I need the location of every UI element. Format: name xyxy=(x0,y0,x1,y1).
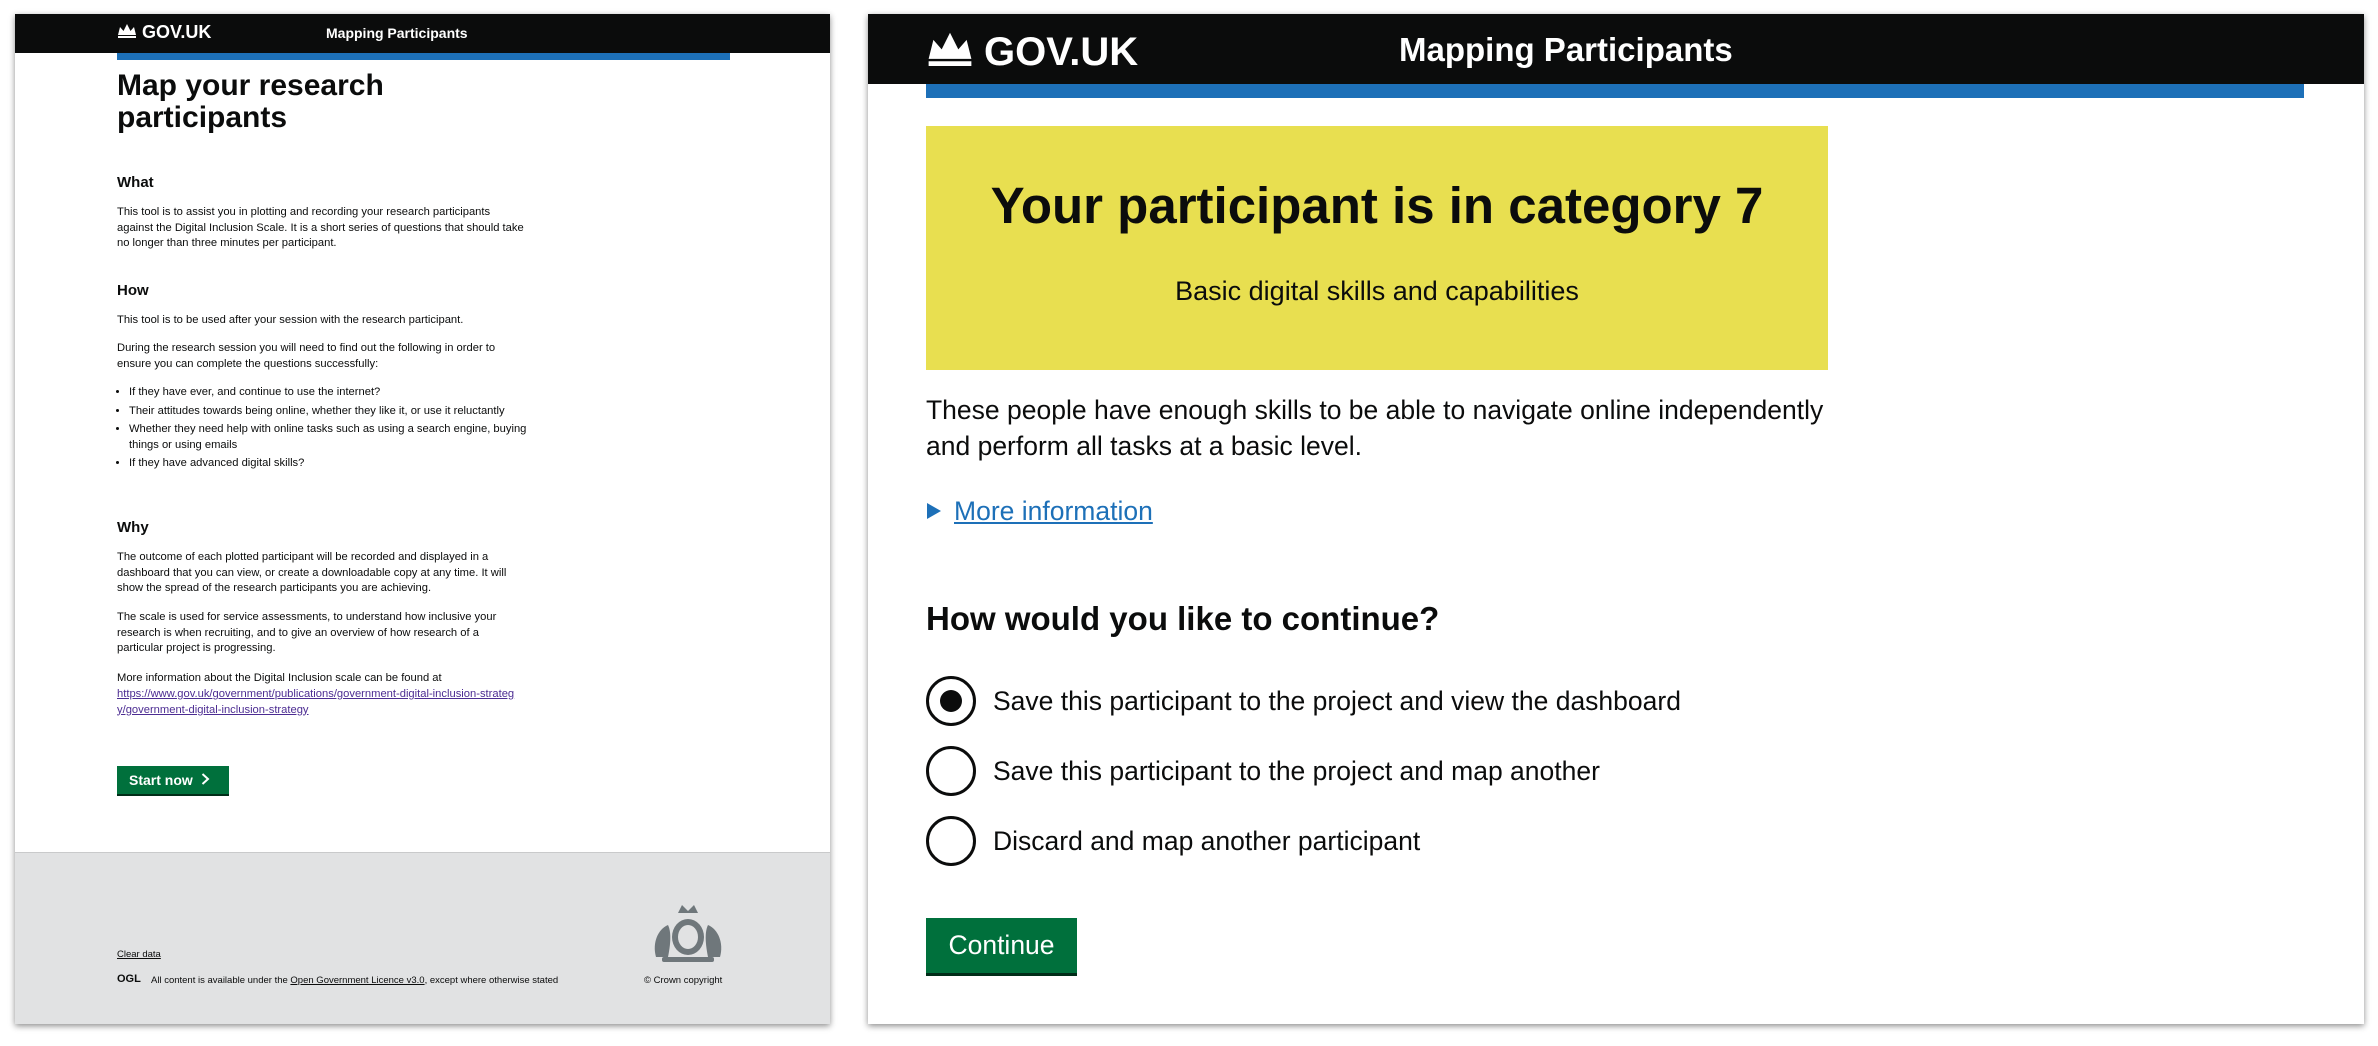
licence-suffix: , except where otherwise stated xyxy=(424,975,559,986)
clear-data-link[interactable]: Clear data xyxy=(117,949,161,960)
radio-label[interactable]: Discard and map another participant xyxy=(993,826,1420,857)
how-list: If they have ever, and continue to use t… xyxy=(117,385,529,475)
radio-option-view-dashboard[interactable]: Save this participant to the project and… xyxy=(926,676,1681,726)
why-text-3: More information about the Digital Inclu… xyxy=(117,672,442,684)
header-blue-bar xyxy=(926,84,2304,98)
header-blue-bar xyxy=(117,53,730,60)
govuk-logo[interactable]: GOV.UK xyxy=(117,22,211,43)
digital-inclusion-link[interactable]: https://www.gov.uk/government/publicatio… xyxy=(117,687,517,718)
how-text-2: During the research session you will nee… xyxy=(117,342,496,370)
radio-button-selected[interactable] xyxy=(926,676,976,726)
logo-text: GOV.UK xyxy=(984,29,1139,74)
ogl-logo: OGL xyxy=(117,973,141,985)
how-heading: How xyxy=(117,282,149,299)
logo-text: GOV.UK xyxy=(142,22,212,42)
radio-option-discard[interactable]: Discard and map another participant xyxy=(926,816,1420,866)
radio-label[interactable]: Save this participant to the project and… xyxy=(993,686,1681,717)
what-text: This tool is to assist you in plotting a… xyxy=(117,206,524,249)
how-text-1: This tool is to be used after your sessi… xyxy=(117,314,464,326)
crown-copyright: © Crown copyright xyxy=(644,975,723,986)
why-heading: Why xyxy=(117,519,149,536)
category-description: These people have enough skills to be ab… xyxy=(926,395,1824,461)
list-item: If they have ever, and continue to use t… xyxy=(129,385,529,401)
govuk-header: GOV.UK Mapping Participants xyxy=(868,14,2364,84)
list-item: Their attitudes towards being online, wh… xyxy=(129,404,529,420)
crown-icon xyxy=(926,28,974,76)
crown-crest-icon xyxy=(648,899,728,970)
result-title: Your participant is in category 7 xyxy=(990,177,1764,234)
govuk-logo[interactable]: GOV.UK xyxy=(926,28,1138,76)
radio-option-map-another[interactable]: Save this participant to the project and… xyxy=(926,746,1600,796)
more-information-link[interactable]: More information xyxy=(954,496,1153,527)
start-page-window: GOV.UK Mapping Participants Map your res… xyxy=(15,14,830,1024)
continue-question: How would you like to continue? xyxy=(926,600,1440,637)
list-item: Whether they need help with online tasks… xyxy=(129,422,529,453)
continue-button[interactable]: Continue xyxy=(926,918,1077,973)
start-now-label: Start now xyxy=(129,772,193,788)
page-title: Map your research participants xyxy=(117,69,384,134)
result-panel: Your participant is in category 7 Basic … xyxy=(926,126,1828,370)
start-now-button[interactable]: Start now xyxy=(117,766,229,794)
why-text-1: The outcome of each plotted participant … xyxy=(117,551,507,594)
licence-prefix: All content is available under the xyxy=(151,975,288,986)
licence-text: All content is available under the Open … xyxy=(151,975,558,986)
radio-button[interactable] xyxy=(926,816,976,866)
more-information-details[interactable]: More information xyxy=(926,496,1153,527)
crown-icon xyxy=(117,22,137,43)
govuk-header: GOV.UK Mapping Participants xyxy=(15,14,830,53)
service-name[interactable]: Mapping Participants xyxy=(1399,31,1733,69)
triangle-right-icon xyxy=(926,496,942,527)
footer: Clear data OGL All content is available … xyxy=(15,852,830,1024)
radio-label[interactable]: Save this participant to the project and… xyxy=(993,756,1600,787)
result-subtitle: Basic digital skills and capabilities xyxy=(1175,276,1579,306)
why-text-2: The scale is used for service assessment… xyxy=(117,611,497,654)
service-name[interactable]: Mapping Participants xyxy=(326,25,468,41)
what-heading: What xyxy=(117,174,154,191)
radio-button[interactable] xyxy=(926,746,976,796)
list-item: If they have advanced digital skills? xyxy=(129,456,529,472)
licence-link[interactable]: Open Government Licence v3.0 xyxy=(290,975,424,986)
result-page-window: GOV.UK Mapping Participants Your partici… xyxy=(868,14,2364,1024)
chevron-right-icon xyxy=(201,772,210,788)
